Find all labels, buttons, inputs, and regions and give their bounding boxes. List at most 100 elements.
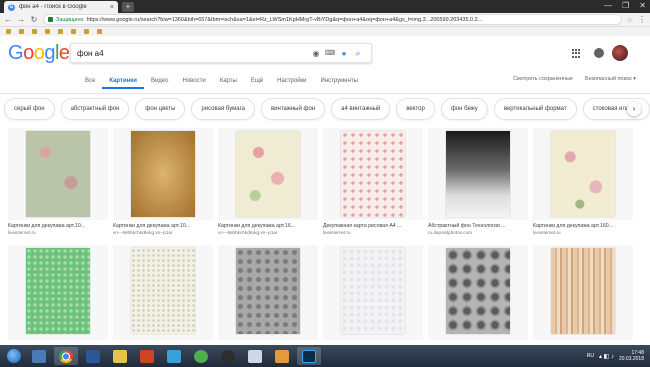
result-thumbnail[interactable] bbox=[428, 245, 528, 340]
chip-item[interactable]: абстрактный фон bbox=[60, 98, 130, 120]
photos-icon bbox=[167, 349, 181, 363]
chip-item[interactable]: рисовая бумага bbox=[191, 98, 255, 120]
chip-item[interactable]: фон цветы bbox=[135, 98, 186, 120]
close-tab-icon[interactable]: × bbox=[110, 4, 114, 11]
taskbar-app[interactable] bbox=[216, 347, 240, 365]
saved-images-link[interactable]: Смотреть сохраненные bbox=[513, 76, 573, 82]
taskbar-app[interactable] bbox=[162, 347, 186, 365]
logo-letter: o bbox=[23, 42, 34, 64]
windows-taskbar: RU ▴ ◧ ♪ 17:48 20.03.2018 bbox=[0, 345, 650, 367]
result-caption[interactable]: Картинки для декупажа арт.16... bbox=[218, 223, 318, 229]
document-icon bbox=[248, 349, 262, 363]
chip-item[interactable]: вертикальный формат bbox=[493, 98, 577, 120]
address-bar[interactable]: Защищено https://www.google.ru/search?bi… bbox=[43, 14, 622, 25]
taskbar-app[interactable] bbox=[297, 347, 321, 365]
taskbar-app[interactable] bbox=[270, 347, 294, 365]
new-tab-button[interactable]: + bbox=[122, 2, 134, 12]
result-thumbnail[interactable] bbox=[533, 245, 633, 340]
result-caption[interactable]: Абстрактный фон Технологии ... bbox=[428, 223, 528, 229]
result-thumbnail[interactable] bbox=[8, 245, 108, 340]
chip-item[interactable]: а4 винтажный bbox=[331, 98, 391, 120]
result-source: liveinternet.ru bbox=[323, 230, 351, 235]
microphone-icon[interactable]: ● bbox=[337, 49, 351, 58]
taskbar-app[interactable] bbox=[27, 347, 51, 365]
bookmark-item[interactable] bbox=[19, 29, 24, 34]
bookmark-item[interactable] bbox=[97, 29, 102, 34]
tab-all[interactable]: Все bbox=[78, 76, 102, 89]
folder-icon bbox=[113, 349, 127, 363]
result-thumbnail[interactable] bbox=[533, 128, 633, 220]
keyboard-icon[interactable]: ⌨ bbox=[323, 49, 337, 57]
result-thumbnail[interactable] bbox=[428, 128, 528, 220]
bookmark-folder-icon bbox=[97, 29, 102, 34]
chip-item[interactable]: фон бежу bbox=[440, 98, 488, 120]
taskbar-app[interactable] bbox=[81, 347, 105, 365]
result-caption[interactable]: Картинки для декупажа арт.160... bbox=[533, 223, 633, 229]
back-arrow-icon[interactable]: ← bbox=[4, 15, 12, 24]
avatar[interactable] bbox=[612, 45, 628, 61]
bookmark-folder-icon bbox=[19, 29, 24, 34]
clock-date: 20.03.2018 bbox=[618, 356, 644, 362]
taskbar-app[interactable] bbox=[189, 347, 213, 365]
result-caption[interactable]: Декупажная карта рисовая А4 ... bbox=[323, 223, 423, 229]
safe-search-dropdown[interactable]: Безопасный поиск ▾ bbox=[585, 76, 636, 82]
powerpoint-icon bbox=[140, 349, 154, 363]
tab-tools[interactable]: Инструменты bbox=[314, 76, 365, 89]
bookmark-item[interactable] bbox=[45, 29, 50, 34]
bookmark-item[interactable] bbox=[58, 29, 63, 34]
menu-dots-icon[interactable]: ⋮ bbox=[638, 15, 646, 24]
chip-item[interactable]: вектор bbox=[396, 98, 435, 120]
result-caption[interactable]: Картинки для декупажа арт.10... bbox=[8, 223, 108, 229]
result-thumbnail[interactable] bbox=[8, 128, 108, 220]
chip-item[interactable]: винтажный фон bbox=[260, 98, 326, 120]
language-indicator[interactable]: RU bbox=[587, 353, 594, 359]
search-input[interactable]: фон а4 bbox=[77, 49, 309, 58]
tab-news[interactable]: Новости bbox=[175, 76, 212, 89]
result-source: ru.depositphotos.com bbox=[428, 230, 472, 235]
forward-arrow-icon[interactable]: → bbox=[17, 15, 25, 24]
tab-images[interactable]: Картинки bbox=[102, 76, 144, 89]
close-window-button[interactable]: ✕ bbox=[639, 0, 646, 12]
taskbar-app[interactable] bbox=[108, 347, 132, 365]
bookmark-folder-icon bbox=[58, 29, 63, 34]
tab-maps[interactable]: Карты bbox=[213, 76, 244, 89]
result-source: vn---8ebbkchkdkvkg.xn--p1ai bbox=[113, 230, 172, 235]
result-thumbnail[interactable] bbox=[218, 245, 318, 340]
bookmark-item[interactable] bbox=[84, 29, 89, 34]
chip-item[interactable]: серый фон bbox=[4, 98, 55, 120]
tray-icons[interactable]: ▴ ◧ ♪ bbox=[599, 353, 614, 360]
tab-video[interactable]: Видео bbox=[144, 76, 176, 89]
chevron-right-icon[interactable]: › bbox=[627, 102, 641, 116]
result-thumbnail[interactable] bbox=[113, 245, 213, 340]
search-tabs: Все Картинки Видео Новости Карты Ещё Нас… bbox=[78, 76, 365, 89]
result-thumbnail[interactable] bbox=[323, 128, 423, 220]
logo-letter: o bbox=[33, 42, 45, 64]
camera-icon[interactable]: ◉ bbox=[309, 49, 323, 58]
minimize-button[interactable]: — bbox=[604, 0, 612, 12]
clock[interactable]: 17:48 20.03.2018 bbox=[619, 350, 644, 362]
result-caption[interactable]: Картинки для декупажа арт.10... bbox=[113, 223, 213, 229]
search-box[interactable]: фон а4 ◉ ⌨ ● ⌕ bbox=[70, 43, 372, 63]
bookmark-star-icon[interactable]: ☆ bbox=[627, 16, 633, 24]
bookmark-item[interactable] bbox=[71, 29, 76, 34]
bookmark-item[interactable] bbox=[32, 29, 37, 34]
reload-icon[interactable]: ↻ bbox=[30, 15, 38, 24]
google-logo[interactable]: Google bbox=[8, 42, 70, 65]
bookmark-folder-icon bbox=[84, 29, 89, 34]
taskbar-app[interactable] bbox=[54, 347, 78, 365]
tab-settings[interactable]: Настройки bbox=[270, 76, 313, 89]
bookmark-item[interactable] bbox=[6, 29, 11, 34]
apps-grid-icon[interactable] bbox=[572, 49, 581, 58]
taskbar-app[interactable] bbox=[135, 347, 159, 365]
result-thumbnail[interactable] bbox=[218, 128, 318, 220]
result-thumbnail[interactable] bbox=[113, 128, 213, 220]
notifications-icon[interactable] bbox=[594, 48, 604, 58]
start-button[interactable] bbox=[4, 347, 24, 365]
secure-label: Защищено bbox=[56, 16, 84, 23]
tab-more[interactable]: Ещё bbox=[244, 76, 270, 89]
result-thumbnail[interactable] bbox=[323, 245, 423, 340]
taskbar-app[interactable] bbox=[243, 347, 267, 365]
search-icon[interactable]: ⌕ bbox=[351, 48, 365, 59]
maximize-button[interactable]: ❐ bbox=[622, 0, 629, 12]
browser-tab[interactable]: G фон а4 - Поиск в Google × bbox=[4, 1, 118, 13]
